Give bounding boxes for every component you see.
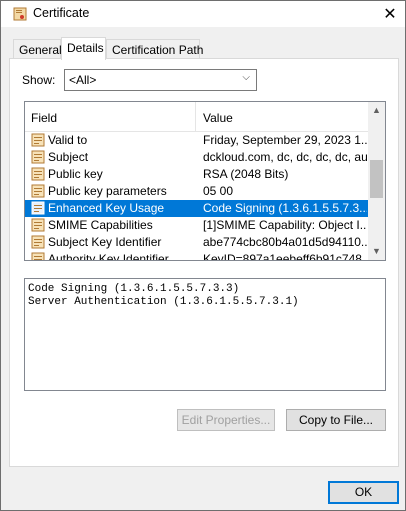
copy-to-file-button[interactable]: Copy to File... bbox=[286, 409, 386, 431]
chevron-down-icon: ⌵ bbox=[242, 72, 250, 83]
field-value: KeyID=897a1eebeff6b91c748... bbox=[203, 252, 367, 261]
field-value: abe774cbc80b4a01d5d94110... bbox=[203, 235, 367, 249]
certificate-dialog: Certificate ✕ General Details Certificat… bbox=[0, 0, 406, 511]
field-value: [1]SMIME Capability: Object I... bbox=[203, 218, 367, 232]
detail-line: Code Signing (1.3.6.1.5.5.7.3.3) bbox=[28, 283, 240, 295]
field-name: Subject bbox=[48, 150, 89, 164]
cert-field-icon bbox=[31, 235, 45, 249]
tab-details[interactable]: Details bbox=[61, 37, 106, 60]
cert-field-icon bbox=[31, 150, 45, 164]
field-value: RSA (2048 Bits) bbox=[203, 167, 289, 181]
field-name: Public key bbox=[48, 167, 103, 181]
cert-field-icon bbox=[31, 167, 45, 181]
scroll-thumb[interactable] bbox=[370, 160, 383, 198]
show-label: Show: bbox=[22, 73, 56, 87]
show-dropdown[interactable]: <All> ⌵ bbox=[64, 69, 257, 91]
field-value: Friday, September 29, 2023 1... bbox=[203, 133, 367, 147]
title-bar: Certificate ✕ bbox=[1, 1, 405, 27]
field-name: Authority Key Identifier bbox=[48, 252, 169, 261]
close-icon: ✕ bbox=[383, 6, 397, 23]
list-item[interactable]: SMIME Capabilities [1]SMIME Capability: O… bbox=[25, 217, 369, 234]
show-selected-value: <All> bbox=[69, 73, 97, 87]
cert-field-icon bbox=[31, 218, 45, 232]
list-item[interactable]: Subject dckloud.com, dc, dc, dc, dc, au bbox=[25, 149, 369, 166]
tab-certification-path[interactable]: Certification Path bbox=[106, 39, 203, 59]
field-list[interactable]: Field Value Valid to Friday, September 29… bbox=[24, 101, 386, 261]
list-item-selected[interactable]: Enhanced Key Usage Code Signing (1.3.6.1.… bbox=[25, 200, 369, 217]
field-name: Valid to bbox=[48, 133, 88, 147]
list-scrollbar[interactable]: ▲ ▼ bbox=[368, 102, 385, 260]
field-name: Public key parameters bbox=[48, 184, 167, 198]
certificate-icon bbox=[13, 7, 27, 21]
list-item[interactable]: Public key RSA (2048 Bits) bbox=[25, 166, 369, 183]
details-panel: Show: <All> ⌵ Field Value Valid to Friday… bbox=[9, 58, 399, 467]
field-name: SMIME Capabilities bbox=[48, 218, 153, 232]
field-name: Enhanced Key Usage bbox=[48, 201, 165, 215]
detail-line: Server Authentication (1.3.6.1.5.5.7.3.1… bbox=[28, 296, 299, 308]
cert-field-icon bbox=[31, 133, 45, 147]
list-rows: Valid to Friday, September 29, 2023 1... S… bbox=[25, 132, 369, 261]
column-divider[interactable] bbox=[195, 102, 196, 132]
field-value: dckloud.com, dc, dc, dc, dc, au bbox=[203, 150, 367, 164]
scroll-up-arrow-icon[interactable]: ▲ bbox=[368, 102, 385, 119]
tab-general[interactable]: General bbox=[13, 39, 62, 59]
list-item[interactable]: Subject Key Identifier abe774cbc80b4a01d5… bbox=[25, 234, 369, 251]
ok-button[interactable]: OK bbox=[328, 481, 399, 504]
cert-field-icon bbox=[31, 252, 45, 260]
list-item[interactable]: Authority Key Identifier KeyID=897a1eebef… bbox=[25, 251, 369, 261]
field-name: Subject Key Identifier bbox=[48, 235, 162, 249]
list-item[interactable]: Public key parameters 05 00 bbox=[25, 183, 369, 200]
field-value: 05 00 bbox=[203, 184, 234, 198]
field-value: Code Signing (1.3.6.1.5.5.7.3.... bbox=[203, 201, 367, 215]
scroll-down-arrow-icon[interactable]: ▼ bbox=[368, 243, 385, 260]
close-button[interactable]: ✕ bbox=[375, 1, 405, 27]
cert-field-icon bbox=[31, 184, 45, 198]
edit-properties-button[interactable]: Edit Properties... bbox=[177, 409, 275, 431]
column-header-field[interactable]: Field bbox=[31, 111, 57, 125]
list-item[interactable]: Valid to Friday, September 29, 2023 1... bbox=[25, 132, 369, 149]
window-title: Certificate bbox=[33, 6, 90, 20]
cert-field-icon-selected bbox=[31, 201, 45, 215]
list-header: Field Value bbox=[25, 102, 369, 132]
field-detail-box[interactable]: Code Signing (1.3.6.1.5.5.7.3.3) Server A… bbox=[24, 278, 386, 391]
column-header-value[interactable]: Value bbox=[203, 111, 233, 125]
